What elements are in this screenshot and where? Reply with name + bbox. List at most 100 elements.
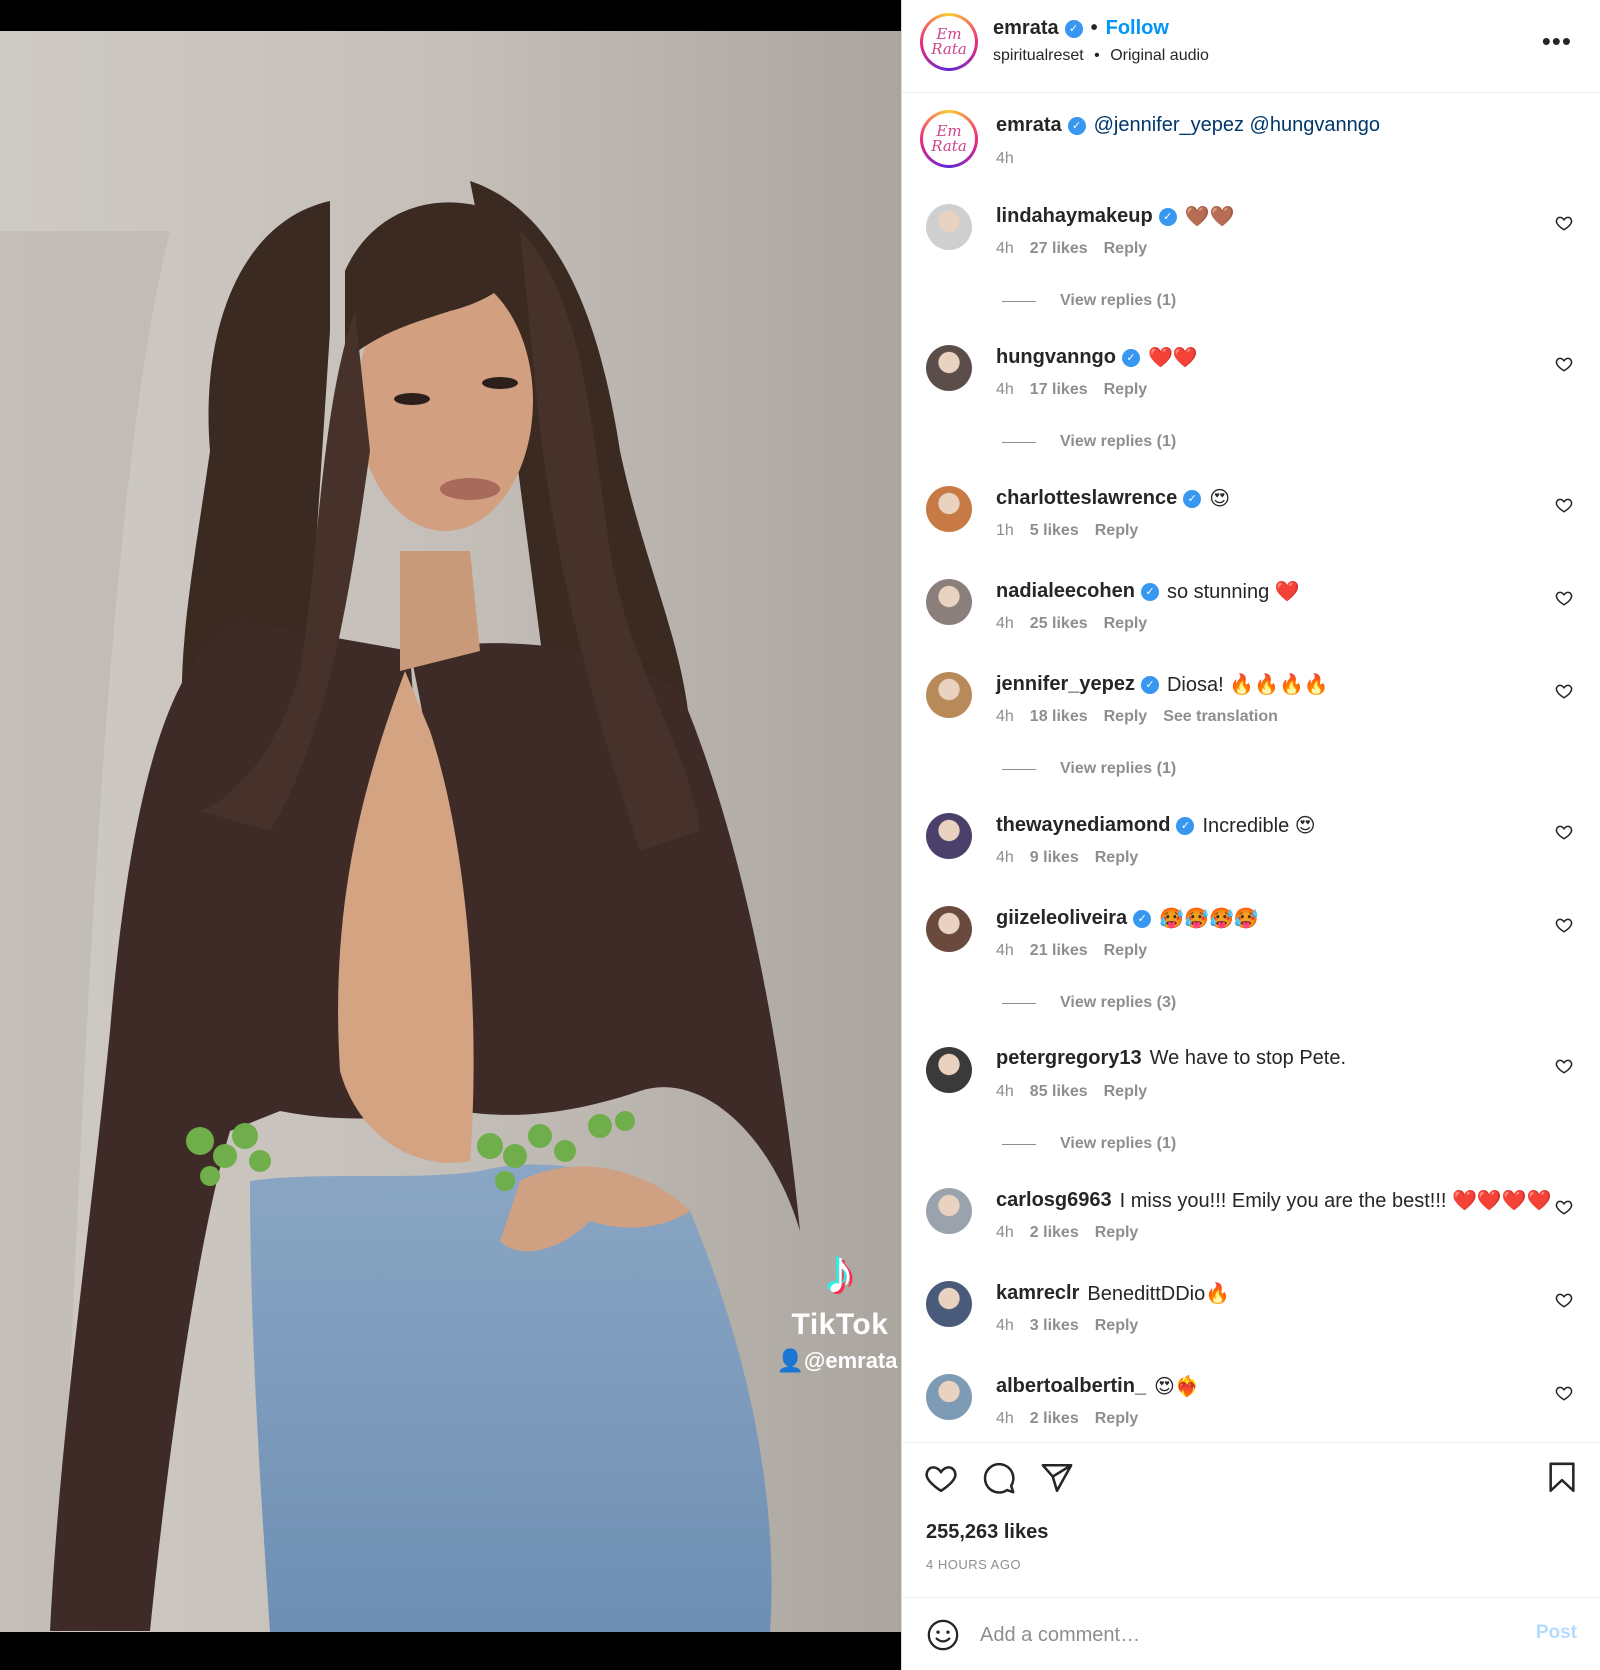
post-photo[interactable] xyxy=(0,31,901,1632)
comment-likes[interactable]: 2 likes xyxy=(1030,1410,1079,1427)
comment-like-heart-icon[interactable] xyxy=(1555,589,1573,607)
commenter-avatar[interactable] xyxy=(926,486,972,532)
comment-time: 4h xyxy=(996,1083,1014,1100)
user-icon: 👤 xyxy=(776,1348,804,1373)
commenter-username[interactable]: nadialeecohen xyxy=(996,580,1135,603)
view-replies-button[interactable]: View replies (1) xyxy=(1002,433,1176,451)
comment-likes[interactable]: 9 likes xyxy=(1030,849,1079,866)
commenter-username[interactable]: kamreclr xyxy=(996,1282,1079,1305)
comment-likes[interactable]: 25 likes xyxy=(1030,615,1088,632)
reply-button[interactable]: Reply xyxy=(1095,849,1139,866)
comment-like-heart-icon[interactable] xyxy=(1555,214,1573,232)
reply-button[interactable]: Reply xyxy=(1104,942,1148,959)
likes-count[interactable]: 255,263 likes xyxy=(926,1521,1048,1544)
commenter-username[interactable]: carlosg6963 xyxy=(996,1189,1112,1212)
commenter-avatar[interactable] xyxy=(926,1374,972,1420)
comment-like-heart-icon[interactable] xyxy=(1555,1198,1573,1216)
commenter-username[interactable]: thewaynediamond xyxy=(996,814,1170,837)
comment-likes[interactable]: 5 likes xyxy=(1030,522,1079,539)
author-username[interactable]: emrata xyxy=(993,17,1059,40)
commenter-avatar[interactable] xyxy=(926,1188,972,1234)
comment-bubble-icon[interactable] xyxy=(982,1461,1016,1495)
comment-like-heart-icon[interactable] xyxy=(1555,355,1573,373)
post-button[interactable]: Post xyxy=(1536,1622,1577,1644)
reply-button[interactable]: Reply xyxy=(1104,615,1148,632)
author-avatar[interactable]: Em Rata xyxy=(920,13,978,71)
comment-likes[interactable]: 17 likes xyxy=(1030,381,1088,398)
share-send-icon[interactable] xyxy=(1040,1461,1074,1495)
emoji-smiley-icon[interactable] xyxy=(926,1618,960,1652)
verified-badge-icon: ✓ xyxy=(1183,489,1202,508)
comment-like-heart-icon[interactable] xyxy=(1555,1057,1573,1075)
comment-likes[interactable]: 21 likes xyxy=(1030,942,1088,959)
commenter-avatar[interactable] xyxy=(926,672,972,718)
commenter-username[interactable]: hungvanngo xyxy=(996,346,1116,369)
reply-button[interactable]: Reply xyxy=(1095,522,1139,539)
comment-likes[interactable]: 85 likes xyxy=(1030,1083,1088,1100)
audio-label[interactable]: Original audio xyxy=(1110,47,1209,64)
post-media[interactable]: ♪ TikTok 👤@emrata xyxy=(0,0,901,1670)
audio-source[interactable]: spiritualreset xyxy=(993,47,1084,64)
comment-likes[interactable]: 18 likes xyxy=(1030,708,1088,725)
comment-time: 4h xyxy=(996,1410,1014,1427)
commenter-avatar[interactable] xyxy=(926,345,972,391)
reply-button[interactable]: Reply xyxy=(1095,1410,1139,1427)
view-replies-button[interactable]: View replies (3) xyxy=(1002,994,1176,1012)
caption-username[interactable]: emrata xyxy=(996,114,1062,137)
commenter-username[interactable]: lindahaymakeup xyxy=(996,205,1153,228)
comment-body: giizeleoliveira ✓ 🥵🥵🥵🥵 xyxy=(996,906,1259,931)
replies-divider xyxy=(1002,1002,1036,1004)
commenter-username[interactable]: giizeleoliveira xyxy=(996,907,1127,930)
comment-text: I miss you!!! Emily you are the best!!! … xyxy=(1119,1190,1552,1212)
view-replies-label: View replies (1) xyxy=(1060,760,1177,777)
comment-like-heart-icon[interactable] xyxy=(1555,682,1573,700)
comments-list[interactable]: lindahaymakeup ✓ 🤎🤎 4h 27 likes Reply View rep… xyxy=(902,200,1600,1442)
reply-button[interactable]: Reply xyxy=(1095,1224,1139,1241)
verified-badge-icon: ✓ xyxy=(1140,582,1159,601)
commenter-avatar[interactable] xyxy=(926,204,972,250)
save-bookmark-icon[interactable] xyxy=(1545,1461,1579,1495)
comment-like-heart-icon[interactable] xyxy=(1555,496,1573,514)
comment-like-heart-icon[interactable] xyxy=(1555,823,1573,841)
audio-row: spiritualreset • Original audio xyxy=(993,47,1209,65)
like-heart-icon[interactable] xyxy=(924,1461,958,1495)
commenter-avatar[interactable] xyxy=(926,579,972,625)
post-sidebar: Em Rata emrata ✓ • Follow spiritualreset… xyxy=(901,0,1600,1670)
comment-likes[interactable]: 27 likes xyxy=(1030,240,1088,257)
replies-divider xyxy=(1002,300,1036,302)
commenter-username[interactable]: albertoalbertin_ xyxy=(996,1375,1146,1398)
more-options-icon[interactable]: ••• xyxy=(1542,28,1572,54)
commenter-avatar[interactable] xyxy=(926,906,972,952)
comment-item: kamreclr BenedittDDio🔥 4h 3 likes Reply xyxy=(902,1277,1600,1337)
commenter-avatar[interactable] xyxy=(926,1281,972,1327)
view-replies-button[interactable]: View replies (1) xyxy=(1002,292,1176,310)
view-replies-button[interactable]: View replies (1) xyxy=(1002,760,1176,778)
comment-item: jennifer_yepez ✓ Diosa! 🔥🔥🔥🔥 4h 18 likes Repl… xyxy=(902,668,1600,728)
see-translation-button[interactable]: See translation xyxy=(1163,708,1278,725)
commenter-username[interactable]: jennifer_yepez xyxy=(996,673,1135,696)
comment-likes[interactable]: 3 likes xyxy=(1030,1317,1079,1334)
commenter-avatar[interactable] xyxy=(926,813,972,859)
reply-button[interactable]: Reply xyxy=(1104,381,1148,398)
commenter-username[interactable]: petergregory13 xyxy=(996,1047,1142,1070)
reply-button[interactable]: Reply xyxy=(1104,240,1148,257)
view-replies-button[interactable]: View replies (1) xyxy=(1002,1135,1176,1153)
comment-like-heart-icon[interactable] xyxy=(1555,1384,1573,1402)
comment-text: 🤎🤎 xyxy=(1184,206,1235,228)
commenter-avatar[interactable] xyxy=(926,1047,972,1093)
comment-like-heart-icon[interactable] xyxy=(1555,916,1573,934)
caption-mentions[interactable]: @jennifer_yepez @hungvanngo xyxy=(1094,114,1380,137)
follow-button[interactable]: Follow xyxy=(1106,17,1169,40)
comment-likes[interactable]: 2 likes xyxy=(1030,1224,1079,1241)
comment-input[interactable] xyxy=(980,1618,1480,1652)
comment-like-heart-icon[interactable] xyxy=(1555,1291,1573,1309)
comment-text: 😍❤️‍🔥 xyxy=(1154,1376,1200,1398)
comment-body: petergregory13 We have to stop Pete. xyxy=(996,1047,1346,1070)
reply-button[interactable]: Reply xyxy=(1104,708,1148,725)
reply-button[interactable]: Reply xyxy=(1104,1083,1148,1100)
post-caption: Em Rata emrata ✓ @jennifer_yepez @hungva… xyxy=(902,110,1600,174)
commenter-username[interactable]: charlotteslawrence xyxy=(996,487,1177,510)
comment-text: Diosa! 🔥🔥🔥🔥 xyxy=(1166,674,1329,696)
caption-avatar[interactable]: Em Rata xyxy=(920,110,978,168)
reply-button[interactable]: Reply xyxy=(1095,1317,1139,1334)
